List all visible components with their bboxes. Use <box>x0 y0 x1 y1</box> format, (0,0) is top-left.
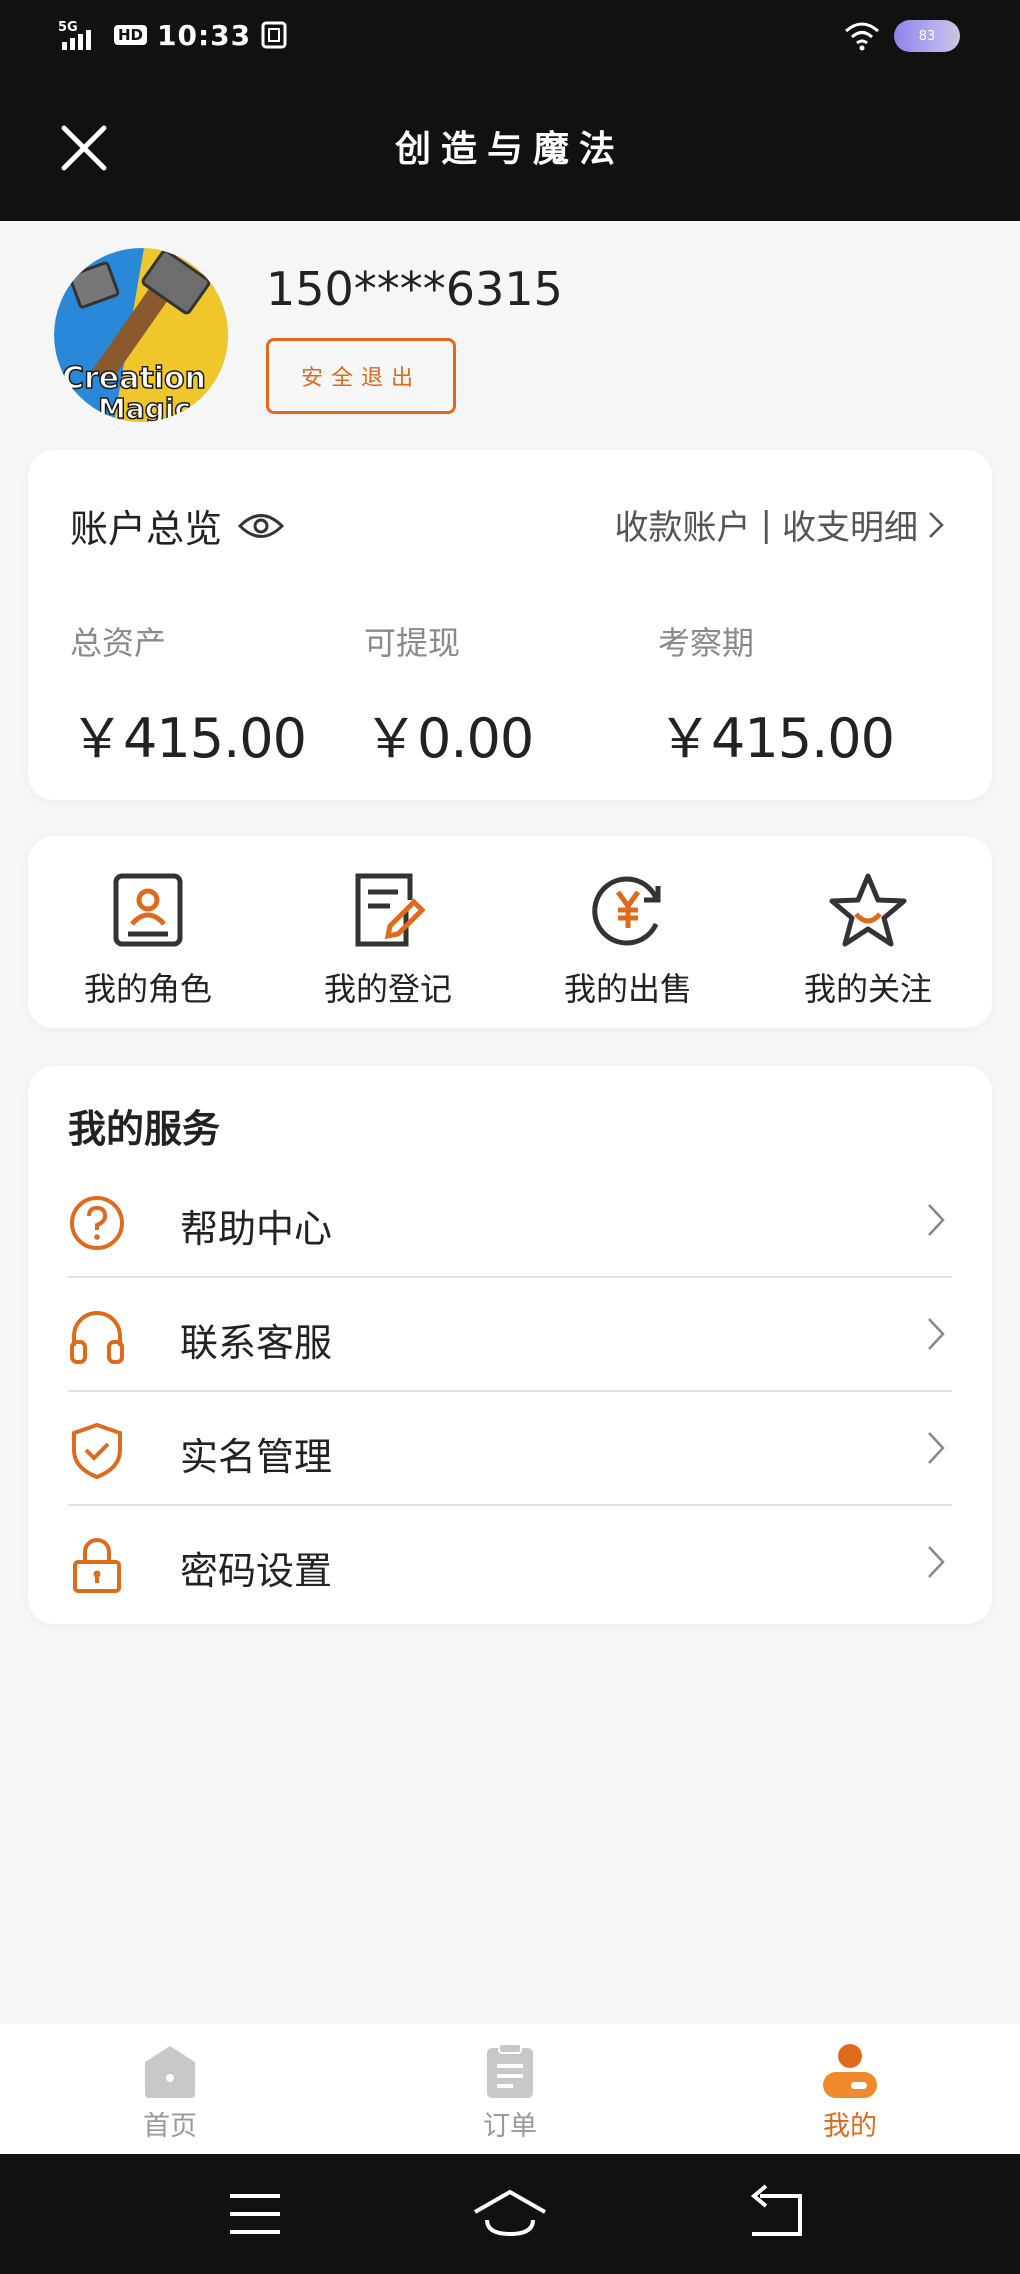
profile-icon <box>823 2044 877 2098</box>
shield-check-icon <box>72 1422 122 1480</box>
user-phone: 150****6315 <box>266 262 563 316</box>
statement-link[interactable]: 收支明细 <box>782 500 918 549</box>
title-bar: 创造与魔法 <box>0 76 1020 221</box>
system-nav-bar <box>0 2154 1020 2274</box>
menu-icon[interactable] <box>210 2182 300 2246</box>
stat-withdrawable: 可提现 ￥0.00 <box>364 618 534 773</box>
notification-icon <box>261 21 287 49</box>
service-label: 实名管理 <box>180 1435 333 1479</box>
role-card-icon <box>113 873 183 947</box>
quick-label: 我的角色 <box>83 970 212 1008</box>
link-separator: | <box>760 504 772 545</box>
status-left: 5G HD 10:33 <box>58 18 287 52</box>
service-contact-support[interactable]: 联系客服 <box>68 1278 952 1392</box>
bottom-tab-bar: 首页 订单 我的 <box>0 2024 1020 2154</box>
tab-mine[interactable]: 我的 <box>770 2042 930 2143</box>
avatar-image: Creation Magic <box>54 248 228 422</box>
stat-value: ￥415.00 <box>658 707 895 770</box>
quick-actions-card: 我的角色 我的登记 我的出售 我的关注 <box>28 836 992 1028</box>
chevron-right-icon <box>929 511 944 538</box>
stat-label: 总资产 <box>70 624 167 662</box>
services-title: 我的服务 <box>68 1107 221 1151</box>
tab-home[interactable]: 首页 <box>90 2042 250 2143</box>
quick-my-follows[interactable]: 我的关注 <box>768 870 968 1010</box>
profile-section: Creation Magic 150****6315 安全退出 <box>54 248 974 428</box>
quick-my-role[interactable]: 我的角色 <box>48 870 248 1010</box>
service-password[interactable]: 密码设置 <box>68 1506 952 1620</box>
quick-my-sales[interactable]: 我的出售 <box>528 870 728 1010</box>
hd-badge: HD <box>114 25 148 45</box>
logout-button[interactable]: 安全退出 <box>266 338 456 414</box>
chevron-right-icon <box>928 1432 945 1464</box>
service-label: 帮助中心 <box>180 1207 333 1251</box>
stat-probation: 考察期 ￥415.00 <box>658 618 895 773</box>
yen-sell-icon <box>592 876 661 946</box>
stat-label: 考察期 <box>658 624 755 662</box>
stat-label: 可提现 <box>364 624 461 662</box>
tab-label: 首页 <box>143 2111 197 2142</box>
tab-label: 我的 <box>823 2111 877 2142</box>
signal-icon: 5G <box>58 20 91 50</box>
eye-icon[interactable] <box>238 511 285 541</box>
lock-icon <box>73 1538 121 1593</box>
account-title: 账户总览 <box>70 507 223 551</box>
service-label: 联系客服 <box>180 1321 333 1365</box>
order-icon <box>487 2043 533 2098</box>
battery-indicator: 83 <box>894 20 960 52</box>
account-links: 收款账户 | 收支明细 <box>615 500 944 549</box>
quick-label: 我的登记 <box>323 970 452 1008</box>
headset-icon <box>70 1311 124 1364</box>
avatar[interactable]: Creation Magic <box>54 248 228 422</box>
wifi-icon <box>845 22 879 51</box>
quick-label: 我的关注 <box>803 970 932 1008</box>
page-title: 创造与魔法 <box>394 128 625 170</box>
chevron-right-icon <box>928 1204 945 1236</box>
quick-my-registration[interactable]: 我的登记 <box>288 870 488 1010</box>
tab-label: 订单 <box>483 2111 537 2142</box>
quick-label: 我的出售 <box>563 970 692 1008</box>
status-time: 10:33 <box>157 18 252 52</box>
stat-total-assets: 总资产 ￥415.00 <box>70 618 307 773</box>
svg-text:Creation: Creation <box>62 361 206 396</box>
stat-value: ￥0.00 <box>364 707 534 770</box>
help-icon <box>70 1196 124 1250</box>
service-real-name[interactable]: 实名管理 <box>68 1392 952 1506</box>
tab-orders[interactable]: 订单 <box>430 2042 590 2143</box>
chevron-right-icon <box>928 1546 945 1578</box>
network-label: 5G <box>58 20 78 35</box>
home-icon <box>145 2046 195 2098</box>
service-label: 密码设置 <box>180 1549 333 1593</box>
home-nav-icon[interactable] <box>465 2182 555 2246</box>
service-help-center[interactable]: 帮助中心 <box>68 1164 952 1278</box>
edit-document-icon <box>355 873 426 947</box>
chevron-right-icon <box>928 1318 945 1350</box>
account-overview-card: 账户总览 收款账户 | 收支明细 总资产 ￥415.00 可提现 ￥0.00 考… <box>28 450 992 800</box>
receive-account-link[interactable]: 收款账户 <box>615 500 751 549</box>
svg-text:Magic: Magic <box>98 392 191 422</box>
status-right: 83 <box>844 20 960 52</box>
services-card: 我的服务 帮助中心 联系客服 实名管理 密码设置 <box>28 1066 992 1624</box>
account-title-row: 账户总览 <box>70 498 285 553</box>
back-icon[interactable] <box>730 2182 820 2246</box>
status-bar: 5G HD 10:33 83 <box>0 0 1020 76</box>
star-icon <box>829 873 907 947</box>
stat-value: ￥415.00 <box>70 707 307 770</box>
